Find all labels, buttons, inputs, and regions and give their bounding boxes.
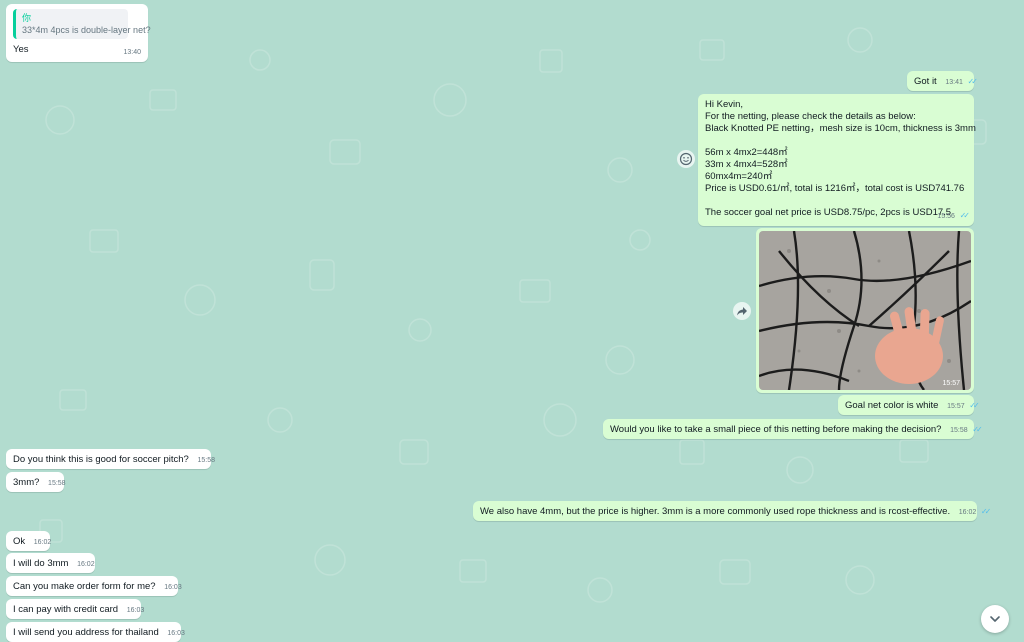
message-text: Ok bbox=[13, 536, 26, 547]
netting-photo[interactable] bbox=[759, 231, 971, 390]
message-text: I will do 3mm bbox=[13, 558, 69, 569]
message-text: Got it bbox=[914, 76, 937, 87]
message-line: 60mx4m=240㎡ bbox=[705, 171, 773, 182]
message-time: 16:02 bbox=[77, 561, 95, 568]
message-text: Would you like to take a small piece of … bbox=[610, 424, 942, 435]
chat-panel[interactable]: 你 33*4m 4pcs is double-layer net? Yes 13… bbox=[0, 0, 1024, 642]
message-outgoing[interactable]: Would you like to take a small piece of … bbox=[603, 419, 983, 439]
message-outgoing[interactable]: Goal net color is white 15:57 ✓✓ bbox=[838, 395, 980, 415]
message-outgoing[interactable]: Hi Kevin, For the netting, please check … bbox=[698, 94, 976, 226]
double-check-icon: ✓✓ bbox=[980, 507, 992, 516]
message-incoming[interactable]: 你 33*4m 4pcs is double-layer net? Yes 13… bbox=[6, 4, 151, 62]
message-time: 16:03 bbox=[167, 630, 185, 637]
message-line: Black Knotted PE netting，mesh size is 10… bbox=[705, 123, 976, 134]
message-incoming[interactable]: Ok 16:02 bbox=[6, 531, 52, 551]
message-text: I will send you address for thailand bbox=[13, 627, 159, 638]
message-text: Can you make order form for me? bbox=[13, 581, 156, 592]
message-time: 13:41 bbox=[945, 79, 963, 86]
message-text: We also have 4mm, but the price is highe… bbox=[480, 506, 951, 517]
chevron-down-icon bbox=[990, 616, 1000, 622]
message-text: I can pay with credit card bbox=[13, 604, 119, 615]
quoted-message[interactable]: 你 33*4m 4pcs is double-layer net? bbox=[13, 9, 151, 39]
image-message[interactable]: 15:57 bbox=[756, 228, 974, 393]
double-check-icon: ✓✓ bbox=[969, 401, 980, 410]
message-line: The soccer goal net price is USD8.75/pc,… bbox=[705, 207, 952, 218]
message-line: 56m x 4mx2=448㎡ bbox=[705, 147, 788, 158]
message-time: 16:03 bbox=[126, 607, 145, 614]
message-time: 16:02 bbox=[958, 509, 977, 516]
message-line bbox=[705, 135, 967, 147]
message-incoming[interactable]: I will send you address for thailand 16:… bbox=[6, 622, 185, 642]
message-incoming[interactable]: Do you think this is good for soccer pit… bbox=[6, 449, 215, 469]
message-text: 3mm? bbox=[13, 477, 40, 488]
message-text: Goal net color is white bbox=[845, 400, 939, 411]
message-time: 15:56 bbox=[937, 213, 955, 220]
message-time: 15:57 bbox=[942, 380, 960, 387]
message-incoming[interactable]: I can pay with credit card 16:03 bbox=[6, 599, 144, 619]
message-time: 15:58 bbox=[197, 457, 216, 464]
message-line: Hi Kevin, bbox=[705, 99, 744, 110]
message-outgoing[interactable]: Got it 13:41 ✓✓ bbox=[907, 71, 979, 91]
message-text: Yes bbox=[13, 44, 29, 55]
message-incoming[interactable]: 3mm? 15:58 bbox=[6, 472, 66, 492]
message-time: 15:58 bbox=[48, 480, 66, 487]
message-incoming[interactable]: Can you make order form for me? 16:03 bbox=[6, 576, 182, 596]
message-outgoing[interactable]: We also have 4mm, but the price is highe… bbox=[473, 501, 992, 521]
double-check-icon: ✓✓ bbox=[959, 211, 971, 220]
message-line bbox=[705, 195, 967, 207]
double-check-icon: ✓✓ bbox=[967, 77, 979, 86]
message-time: 16:02 bbox=[33, 539, 52, 546]
message-meta: 15:56 ✓✓ bbox=[931, 210, 971, 223]
message-time: 15:57 bbox=[947, 403, 965, 410]
message-text: Do you think this is good for soccer pit… bbox=[13, 454, 189, 465]
quote-text: 33*4m 4pcs is double-layer net? bbox=[22, 25, 151, 35]
message-time: 13:40 bbox=[123, 49, 141, 56]
message-incoming[interactable]: I will do 3mm 16:02 bbox=[6, 553, 95, 573]
scroll-to-bottom-button[interactable] bbox=[981, 605, 1009, 633]
message-line: Price is USD0.61/㎡, total is 1216㎡，total… bbox=[705, 183, 965, 194]
message-line: For the netting, please check the detail… bbox=[705, 111, 916, 122]
message-time: 16:03 bbox=[164, 584, 182, 591]
double-check-icon: ✓✓ bbox=[972, 425, 983, 434]
message-time: 15:58 bbox=[950, 427, 968, 434]
message-line: 33m x 4mx4=528㎡ bbox=[705, 159, 788, 170]
forward-icon[interactable] bbox=[733, 302, 751, 320]
quote-author: 你 bbox=[22, 13, 32, 23]
emoji-icon[interactable] bbox=[677, 150, 695, 168]
